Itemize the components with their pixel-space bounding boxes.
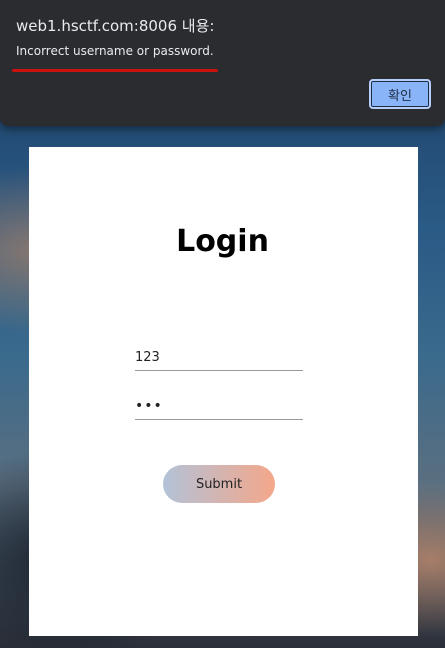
username-input[interactable] xyxy=(135,344,303,371)
message-underline-annotation xyxy=(12,69,218,72)
password-input[interactable] xyxy=(135,393,303,420)
alert-dialog: web1.hsctf.com:8006 내용: Incorrect userna… xyxy=(0,0,445,126)
submit-button[interactable]: Submit xyxy=(163,465,275,503)
page-title: Login xyxy=(176,224,269,259)
alert-message: Incorrect username or password. xyxy=(16,44,214,58)
login-card xyxy=(29,147,418,636)
alert-title: web1.hsctf.com:8006 내용: xyxy=(16,17,215,35)
ok-button[interactable]: 확인 xyxy=(369,79,431,109)
